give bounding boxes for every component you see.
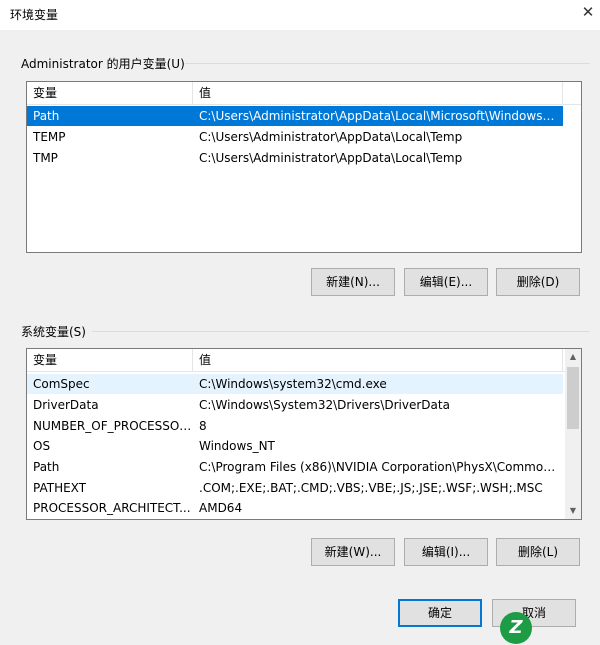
var-name: NUMBER_OF_PROCESSORS — [33, 419, 193, 433]
ok-button[interactable]: 确定 — [398, 599, 482, 627]
window-title: 环境变量 — [10, 8, 59, 22]
user-new-button[interactable]: 新建(N)... — [311, 268, 395, 296]
var-value: C:\Windows\system32\cmd.exe — [199, 377, 387, 391]
close-icon[interactable]: ✕ — [579, 3, 597, 23]
column-header-name[interactable]: 变量 — [27, 82, 193, 104]
system-edit-button[interactable]: 编辑(I)... — [404, 538, 488, 566]
user-vars-header: 变量 值 — [27, 82, 581, 105]
system-vars-list[interactable]: 变量 值 ComSpec C:\Windows\system32\cmd.exe… — [26, 348, 582, 520]
system-vars-header: 变量 值 — [27, 349, 565, 372]
z-logo-icon: Z — [500, 612, 532, 644]
system-vars-group-label: 系统变量(S) — [21, 325, 86, 339]
var-value: AMD64 — [199, 501, 243, 515]
down-arrow-icon[interactable]: ▼ — [565, 503, 581, 519]
var-value: C:\Users\Administrator\AppData\Local\Mic… — [199, 109, 559, 123]
var-value: .COM;.EXE;.BAT;.CMD;.VBS;.VBE;.JS;.JSE;.… — [199, 481, 543, 495]
user-var-row-temp[interactable]: TEMP C:\Users\Administrator\AppData\Loca… — [27, 127, 563, 147]
user-var-row-tmp[interactable]: TMP C:\Users\Administrator\AppData\Local… — [27, 148, 563, 168]
var-name: OS — [33, 439, 51, 453]
column-header-name[interactable]: 变量 — [27, 349, 193, 371]
var-name: Path — [33, 460, 60, 474]
scrollbar-thumb[interactable] — [567, 367, 579, 429]
var-name: ComSpec — [33, 377, 90, 391]
user-vars-group-label: Administrator 的用户变量(U) — [21, 57, 185, 71]
user-vars-list[interactable]: 变量 值 Path C:\Users\Administrator\AppData… — [26, 81, 582, 253]
system-var-row-number-of-processors[interactable]: NUMBER_OF_PROCESSORS 8 — [27, 416, 563, 436]
var-name: Path — [33, 109, 60, 123]
var-value: C:\Users\Administrator\AppData\Local\Tem… — [199, 151, 463, 165]
var-name: PROCESSOR_ARCHITECT... — [33, 501, 191, 515]
system-var-row-os[interactable]: OS Windows_NT — [27, 436, 563, 456]
var-value: Windows_NT — [199, 439, 275, 453]
column-header-value[interactable]: 值 — [193, 349, 563, 371]
column-header-value[interactable]: 值 — [193, 82, 563, 104]
title-bar: 环境变量 ✕ — [0, 0, 600, 30]
var-name: TMP — [33, 151, 58, 165]
system-delete-button[interactable]: 删除(L) — [496, 538, 580, 566]
var-name: DriverData — [33, 398, 99, 412]
user-edit-button[interactable]: 编辑(E)... — [404, 268, 488, 296]
system-new-button[interactable]: 新建(W)... — [311, 538, 395, 566]
var-name: TEMP — [33, 130, 66, 144]
user-delete-button[interactable]: 删除(D) — [496, 268, 580, 296]
user-vars-group-line — [185, 63, 590, 64]
var-name: PATHEXT — [33, 481, 87, 495]
system-var-row-comspec[interactable]: ComSpec C:\Windows\system32\cmd.exe — [27, 374, 563, 394]
system-var-row-driverdata[interactable]: DriverData C:\Windows\System32\Drivers\D… — [27, 395, 563, 415]
var-value: C:\Program Files (x86)\NVIDIA Corporatio… — [199, 460, 559, 474]
var-value: C:\Users\Administrator\AppData\Local\Tem… — [199, 130, 463, 144]
system-vars-group-line — [92, 331, 590, 332]
system-var-row-processor-architecture[interactable]: PROCESSOR_ARCHITECT... AMD64 — [27, 498, 563, 518]
var-value: 8 — [199, 419, 207, 433]
system-vars-scrollbar[interactable]: ▲ ▼ — [565, 349, 581, 519]
var-value: C:\Windows\System32\Drivers\DriverData — [199, 398, 450, 412]
system-var-row-pathext[interactable]: PATHEXT .COM;.EXE;.BAT;.CMD;.VBS;.VBE;.J… — [27, 478, 563, 498]
up-arrow-icon[interactable]: ▲ — [565, 349, 581, 365]
user-var-row-path[interactable]: Path C:\Users\Administrator\AppData\Loca… — [27, 106, 563, 126]
system-var-row-path[interactable]: Path C:\Program Files (x86)\NVIDIA Corpo… — [27, 457, 563, 477]
